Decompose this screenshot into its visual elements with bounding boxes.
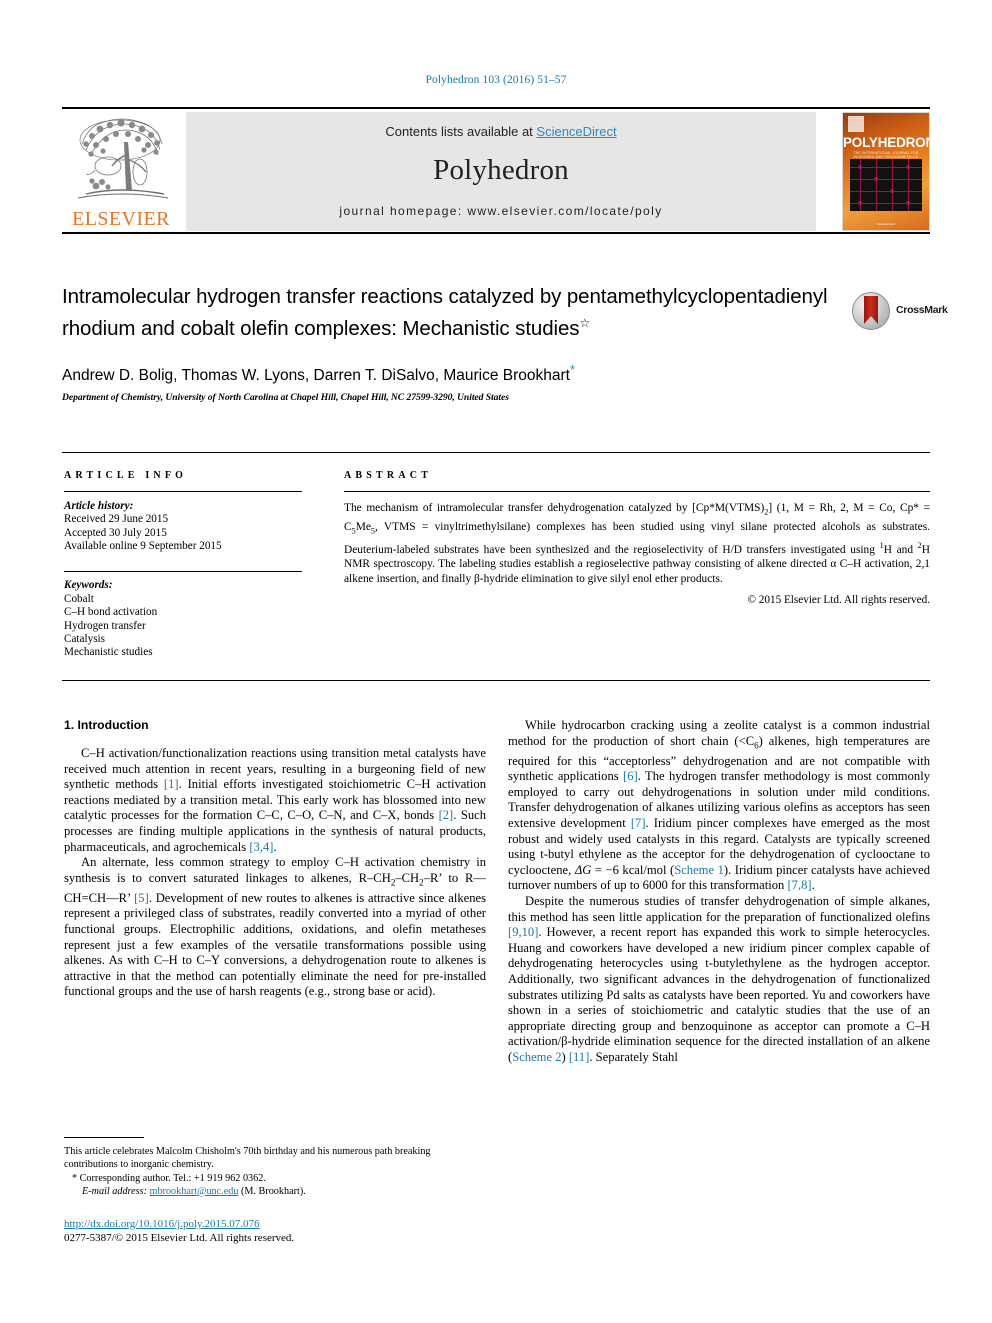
cover-artwork xyxy=(850,159,922,211)
crossmark-badge[interactable]: CrossMark xyxy=(852,292,948,332)
corresponding-author-text: Corresponding author. Tel.: +1 919 962 0… xyxy=(79,1173,266,1185)
history-item: Available online 9 September 2015 xyxy=(64,540,222,553)
doi-block: http://dx.doi.org/10.1016/j.poly.2015.07… xyxy=(64,1218,486,1245)
title-footnote: This article celebrates Malcolm Chisholm… xyxy=(64,1146,431,1170)
issn-copyright-line: 0277-5387/© 2015 Elsevier Ltd. All right… xyxy=(64,1231,295,1244)
journal-cover-thumbnail[interactable]: POLYHEDRON THE INTERNATIONAL JOURNAL FOR… xyxy=(842,112,930,231)
paragraph: C–H activation/functionalization reactio… xyxy=(64,746,487,854)
paragraph: An alternate, less common strategy to em… xyxy=(64,855,487,999)
journal-homepage[interactable]: journal homepage: www.elsevier.com/locat… xyxy=(186,204,816,218)
history-item: Accepted 30 July 2015 xyxy=(64,526,167,539)
abstract-heading: ABSTRACT xyxy=(344,470,433,481)
crossmark-label: CrossMark xyxy=(896,304,948,316)
author-list: Andrew D. Bolig, Thomas W. Lyons, Darren… xyxy=(62,362,852,385)
contents-available-line: Contents lists available at ScienceDirec… xyxy=(186,124,816,139)
article-info-heading: ARTICLE INFO xyxy=(64,470,188,481)
keyword-item: Mechanistic studies xyxy=(64,646,153,659)
running-head: Polyhedron 103 (2016) 51–57 xyxy=(425,74,567,86)
journal-title: Polyhedron xyxy=(433,154,569,186)
paragraph: While hydrocarbon cracking using a zeoli… xyxy=(508,718,931,893)
keyword-item: Catalysis xyxy=(64,633,106,646)
paper-title-text: Intramolecular hydrogen transfer reactio… xyxy=(62,285,828,340)
abstract-column: ABSTRACT The mechanism of intramolecular… xyxy=(344,470,930,606)
page-title: Intramolecular hydrogen transfer reactio… xyxy=(62,283,852,342)
keywords-rule xyxy=(64,570,302,572)
article-history-label: Article history: xyxy=(64,499,134,512)
article-history: Article history: Received 29 June 2015 A… xyxy=(64,500,302,554)
journal-banner: Contents lists available at ScienceDirec… xyxy=(186,112,816,231)
paragraph: Despite the numerous studies of transfer… xyxy=(508,894,930,1064)
article-info-rule xyxy=(64,491,302,492)
info-top-divider xyxy=(62,452,930,454)
cover-footer-text: ScienceDirect xyxy=(876,222,896,226)
corresponding-author-note: * Corresponding author. Tel.: +1 919 962… xyxy=(64,1173,486,1186)
top-divider xyxy=(62,107,930,109)
journal-masthead: ELSEVIER Contents lists available at Sci… xyxy=(62,112,930,231)
abstract-body: The mechanism of intramolecular transfer… xyxy=(344,501,930,585)
abstract-rule xyxy=(344,491,930,492)
email-owner: (M. Brookhart). xyxy=(240,1185,306,1197)
footnote-divider xyxy=(64,1137,144,1139)
title-footnote-marker: ☆ xyxy=(579,316,591,330)
abstract-bottom-divider xyxy=(62,680,930,682)
journal-article-page: Polyhedron 103 (2016) 51–57 ELSEVIER Con… xyxy=(0,0,992,1323)
masthead-divider xyxy=(62,232,930,234)
keyword-item: Hydrogen transfer xyxy=(64,619,146,632)
contents-prefix: Contents lists available at xyxy=(385,124,537,139)
sciencedirect-link[interactable]: ScienceDirect xyxy=(536,124,616,139)
history-item: Received 29 June 2015 xyxy=(64,513,169,526)
elsevier-tree-icon xyxy=(77,118,169,199)
corresponding-author-marker: * xyxy=(569,361,576,377)
email-note: E-mail address: mbrookhart@unc.edu (M. B… xyxy=(64,1186,486,1199)
body-column-left: 1. Introduction C–H activation/functiona… xyxy=(64,718,486,1000)
section-heading-introduction: 1. Introduction xyxy=(64,718,149,732)
doi-link[interactable]: http://dx.doi.org/10.1016/j.poly.2015.07… xyxy=(64,1218,260,1230)
keyword-item: C–H bond activation xyxy=(64,606,158,619)
email-address-label: E-mail address: xyxy=(82,1185,147,1197)
elsevier-logo: ELSEVIER xyxy=(62,112,180,231)
body-column-right: While hydrocarbon cracking using a zeoli… xyxy=(508,718,930,1066)
keywords: Keywords: Cobalt C–H bond activation Hyd… xyxy=(64,579,302,659)
elsevier-wordmark: ELSEVIER xyxy=(72,208,170,230)
author-names: Andrew D. Bolig, Thomas W. Lyons, Darren… xyxy=(62,366,570,384)
footnote-block: This article celebrates Malcolm Chisholm… xyxy=(64,1146,486,1198)
title-block: Intramolecular hydrogen transfer reactio… xyxy=(62,283,852,403)
email-link[interactable]: mbrookhart@unc.edu xyxy=(150,1186,239,1197)
affiliation: Department of Chemistry, University of N… xyxy=(62,391,509,403)
cover-elsevier-mark-icon xyxy=(848,116,864,132)
keyword-item: Cobalt xyxy=(64,592,94,605)
cover-journal-name: POLYHEDRON xyxy=(843,135,930,150)
asterisk-icon: * xyxy=(72,1173,78,1185)
abstract-copyright: © 2015 Elsevier Ltd. All rights reserved… xyxy=(747,594,931,607)
keywords-label: Keywords: xyxy=(64,579,113,592)
article-info-column: ARTICLE INFO Article history: Received 2… xyxy=(64,470,302,660)
